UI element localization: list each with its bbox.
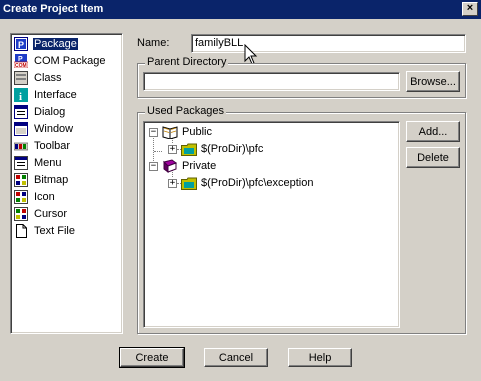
tree-node-public[interactable]: − Public xyxy=(149,124,212,140)
type-item-label: Menu xyxy=(34,157,62,169)
cursor-icon xyxy=(14,207,28,221)
type-item-label: Interface xyxy=(34,89,77,101)
tree-node-label: $(ProDir)\pfc\exception xyxy=(201,177,314,189)
collapse-icon[interactable]: − xyxy=(149,161,158,171)
cancel-button[interactable]: Cancel xyxy=(204,348,268,367)
class-icon xyxy=(14,71,28,85)
type-item-label: Cursor xyxy=(34,208,68,220)
interface-icon: i xyxy=(14,88,28,102)
svg-text:COM: COM xyxy=(15,63,27,68)
tree-node-label: Private xyxy=(182,160,217,172)
type-item-label: Class xyxy=(34,72,62,84)
help-button-label: Help xyxy=(308,351,332,364)
type-item-label: Package xyxy=(32,37,79,51)
type-item-com-package[interactable]: P COM COM Package xyxy=(14,53,107,69)
parent-directory-label: Parent Directory xyxy=(145,56,229,68)
window-icon xyxy=(14,122,28,136)
delete-package-button[interactable]: Delete xyxy=(406,147,460,168)
create-button-label: Create xyxy=(135,351,169,364)
browse-button-label: Browse... xyxy=(410,75,456,88)
type-item-interface[interactable]: i Interface xyxy=(14,87,78,103)
delete-button-label: Delete xyxy=(417,151,449,164)
name-input-value: familyBLL xyxy=(195,37,244,49)
svg-text:P: P xyxy=(18,40,24,50)
closed-book-icon xyxy=(163,159,178,173)
type-item-label: Dialog xyxy=(34,106,66,118)
add-button-label: Add... xyxy=(418,125,448,138)
type-item-package[interactable]: P Package xyxy=(14,36,79,52)
browse-button[interactable]: Browse... xyxy=(406,71,460,92)
type-item-window[interactable]: Window xyxy=(14,121,74,137)
type-item-menu[interactable]: Menu xyxy=(14,155,63,171)
type-item-class[interactable]: Class xyxy=(14,70,63,86)
type-item-cursor[interactable]: Cursor xyxy=(14,206,68,222)
expand-icon[interactable]: + xyxy=(168,178,177,188)
type-item-label: Bitmap xyxy=(34,174,69,186)
close-icon: × xyxy=(466,2,474,14)
svg-text:i: i xyxy=(19,91,22,102)
type-item-label: Toolbar xyxy=(34,140,71,152)
type-item-text-file[interactable]: Text File xyxy=(14,223,76,239)
create-button[interactable]: Create xyxy=(119,347,185,368)
add-package-button[interactable]: Add... xyxy=(406,121,460,142)
package-folder-icon xyxy=(181,177,197,190)
item-type-list[interactable]: P Package P COM COM Package Class i Inter… xyxy=(10,33,123,334)
window-title: Create Project Item xyxy=(3,3,104,15)
expand-icon[interactable]: + xyxy=(168,144,177,154)
tree-node-private[interactable]: − Private xyxy=(149,158,216,174)
name-input[interactable]: familyBLL xyxy=(191,34,466,53)
package-icon: P xyxy=(14,37,28,51)
open-book-icon xyxy=(162,126,178,139)
tree-node-label: Public xyxy=(182,126,212,138)
used-packages-label: Used Packages xyxy=(145,105,227,117)
tree-node-package[interactable]: + $(ProDir)\pfc xyxy=(168,141,263,157)
type-item-toolbar[interactable]: Toolbar xyxy=(14,138,71,154)
title-bar: Create Project Item xyxy=(0,0,481,19)
dialog-icon xyxy=(14,105,28,119)
name-label: Name: xyxy=(137,37,170,49)
close-button[interactable]: × xyxy=(462,2,478,16)
used-packages-tree[interactable]: − Public + $(ProDir)\pfc − Private + $(P… xyxy=(143,121,400,328)
type-item-icon[interactable]: Icon xyxy=(14,189,56,205)
com-package-icon: PCOM xyxy=(14,54,28,68)
help-button[interactable]: Help xyxy=(288,348,352,367)
type-item-label: Icon xyxy=(34,191,55,203)
tree-node-label: $(ProDir)\pfc xyxy=(201,143,264,155)
package-folder-icon xyxy=(181,143,197,156)
type-item-label: COM Package xyxy=(34,55,106,67)
cancel-button-label: Cancel xyxy=(218,351,254,364)
icon-icon xyxy=(14,190,28,204)
type-item-label: Window xyxy=(34,123,74,135)
menu-icon xyxy=(14,156,28,170)
toolbar-icon xyxy=(14,142,28,151)
parent-directory-input[interactable] xyxy=(143,72,400,91)
type-item-bitmap[interactable]: Bitmap xyxy=(14,172,69,188)
text-file-icon xyxy=(16,224,27,238)
bitmap-icon xyxy=(14,173,28,187)
tree-node-package[interactable]: + $(ProDir)\pfc\exception xyxy=(168,175,314,191)
collapse-icon[interactable]: − xyxy=(149,127,158,137)
type-item-dialog[interactable]: Dialog xyxy=(14,104,66,120)
type-item-label: Text File xyxy=(34,225,75,237)
